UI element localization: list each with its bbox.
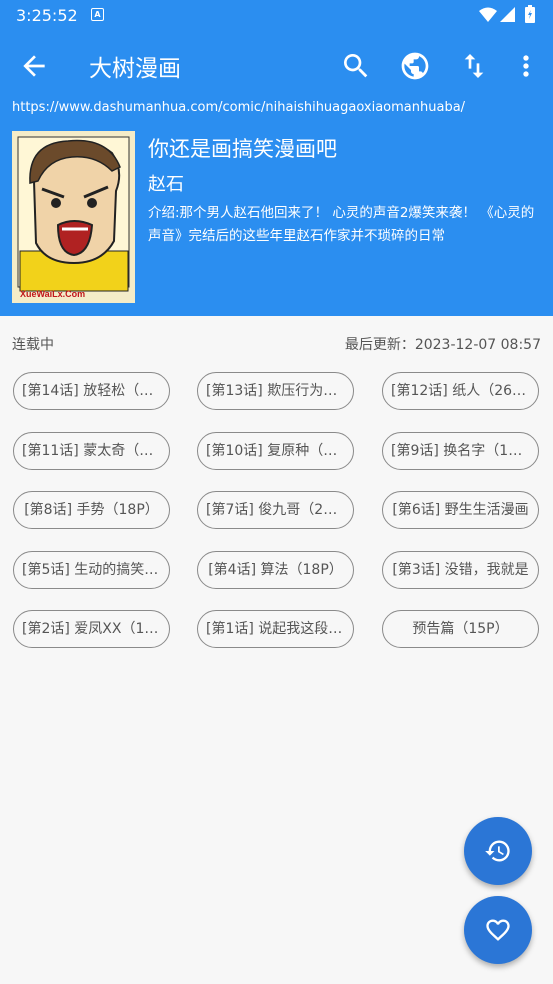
comic-author[interactable]: 赵石 (148, 170, 184, 196)
app-bar: 大树漫画 (0, 38, 553, 94)
cover-watermark: XueWaiLx.Com (20, 289, 85, 299)
app-title: 大树漫画 (89, 56, 181, 82)
swap-vert-icon (464, 54, 484, 78)
comic-title: 你还是画搞笑漫画吧 (148, 137, 337, 161)
open-browser-button[interactable] (399, 50, 431, 82)
chapter-chip[interactable]: [第4话] 算法（18P） (197, 551, 354, 589)
comic-description: 介绍:那个男人赵石他回来了！ 心灵的声音2爆笑来袭！ 《心灵的声音》完结后的这些… (148, 205, 535, 244)
last-updated: 最后更新：2023-12-07 08:57 (344, 337, 541, 353)
search-icon (344, 54, 368, 78)
chapter-chip[interactable]: [第5话] 生动的搞笑漫画 (13, 551, 170, 589)
header: 3:25:52 A 大树漫画 https://www.dashumanhua.c… (0, 0, 553, 316)
comic-cover: XueWaiLx.Com (12, 131, 135, 303)
chapter-chip[interactable]: [第12话] 纸人（26P） (382, 372, 539, 410)
heart-icon (486, 919, 510, 941)
arrow-left-icon (23, 55, 45, 77)
status-bar: 3:25:52 A (0, 0, 553, 30)
favorite-button[interactable] (464, 896, 532, 964)
battery-icon (525, 5, 535, 23)
cover-illustration: XueWaiLx.Com (12, 131, 135, 303)
wifi-icon (479, 7, 497, 22)
chapter-chip[interactable]: [第1话] 说起我这段时间 (197, 610, 354, 648)
signal-icon (500, 7, 515, 22)
chapter-chip[interactable]: 预告篇（15P） (382, 610, 539, 648)
chapter-chip[interactable]: [第6话] 野生生活漫画 (382, 491, 539, 529)
history-icon (485, 840, 510, 862)
search-button[interactable] (340, 50, 372, 82)
chapter-chip[interactable]: [第10话] 复原种（18P） (197, 432, 354, 470)
history-button[interactable] (464, 817, 532, 885)
back-button[interactable] (18, 50, 50, 82)
more-vert-icon (523, 55, 529, 77)
status-time: 3:25:52 (16, 6, 78, 25)
chapter-chip[interactable]: [第8话] 手势（18P） (13, 491, 170, 529)
notification-icon: A (91, 8, 104, 21)
chapter-chip[interactable]: [第11话] 蒙太奇（21P） (13, 432, 170, 470)
chapter-chip[interactable]: [第13话] 欺压行为（20P） (197, 372, 354, 410)
sort-button[interactable] (458, 50, 490, 82)
serial-status: 连载中 (12, 337, 54, 353)
chapter-chip[interactable]: [第3话] 没错，我就是 (382, 551, 539, 589)
chapter-chip[interactable]: [第14话] 放轻松（22P） (13, 372, 170, 410)
globe-icon (401, 52, 429, 80)
chapter-chip[interactable]: [第7话] 俊九哥（21P） (197, 491, 354, 529)
chapter-chip[interactable]: [第2话] 爱凤XX（18P） (13, 610, 170, 648)
comic-url[interactable]: https://www.dashumanhua.com/comic/nihais… (12, 100, 465, 115)
chapter-chip[interactable]: [第9话] 换名字（18P） (382, 432, 539, 470)
more-options-button[interactable] (510, 50, 542, 82)
